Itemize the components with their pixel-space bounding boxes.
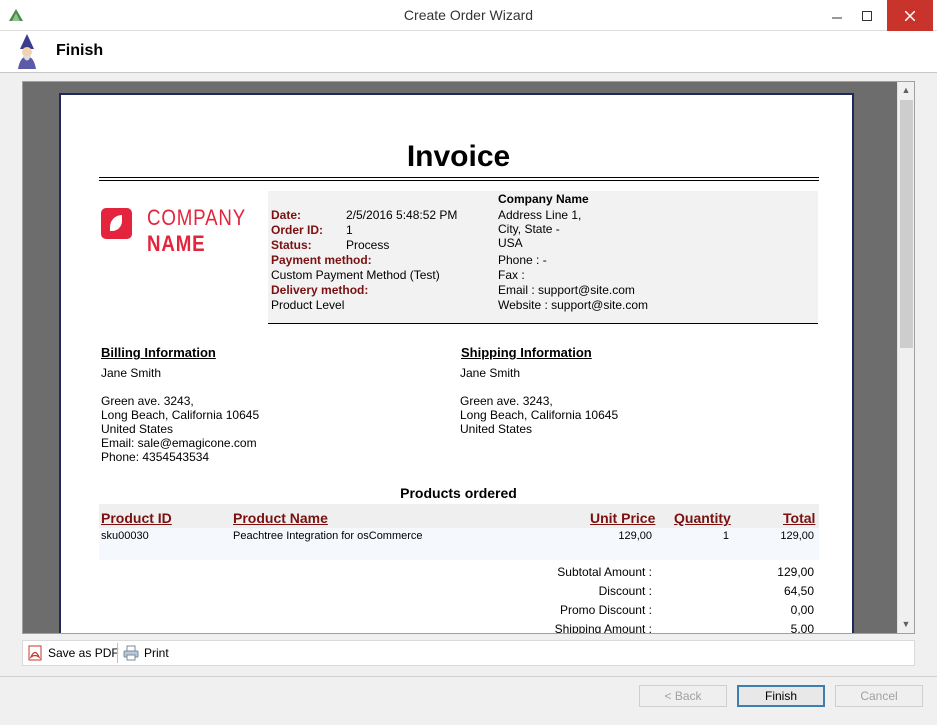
shipping-city: Long Beach, California 10645 xyxy=(460,408,619,422)
company-website: Website : support@site.com xyxy=(498,298,649,312)
subtotal-value: 129,00 xyxy=(777,565,814,579)
discount-value: 64,50 xyxy=(783,584,814,598)
invoice-page: Invoice COMPANY NAME Date: 2/5/2016 5:48… xyxy=(59,93,854,634)
col-total: Total xyxy=(783,510,816,526)
shipping-country: United States xyxy=(460,422,533,436)
logo-text-name: NAME xyxy=(147,231,206,256)
wizard-icon xyxy=(18,34,36,69)
invoice-preview[interactable]: Invoice COMPANY NAME Date: 2/5/2016 5:48… xyxy=(22,81,915,634)
company-address-2: City, State - xyxy=(498,222,560,236)
back-button-label: < Back xyxy=(664,689,702,703)
cancel-button[interactable]: Cancel xyxy=(835,685,923,707)
scrollbar-thumb[interactable] xyxy=(900,100,913,348)
scroll-down-arrow-icon[interactable]: ▼ xyxy=(898,616,914,633)
delivery-method-value: Product Level xyxy=(271,298,345,312)
date-label: Date: xyxy=(271,208,302,222)
pdf-icon xyxy=(28,645,42,661)
maximize-button[interactable] xyxy=(853,0,881,31)
shipping-heading: Shipping Information xyxy=(461,345,592,360)
status-value: Process xyxy=(346,238,390,252)
row-product-id: sku00030 xyxy=(101,530,149,542)
order-id-label: Order ID: xyxy=(271,223,324,237)
order-id-value: 1 xyxy=(346,223,353,237)
company-address-3: USA xyxy=(498,236,523,250)
row-product-name: Peachtree Integration for osCommerce xyxy=(233,530,423,542)
company-name: Company Name xyxy=(498,192,589,206)
row-quantity: 1 xyxy=(722,530,729,542)
row-total: 129,00 xyxy=(780,530,814,542)
col-product-name: Product Name xyxy=(233,510,328,526)
shipping-name: Jane Smith xyxy=(460,366,521,380)
products-title: Products ordered xyxy=(400,485,517,501)
promo-discount-label: Promo Discount : xyxy=(559,603,652,617)
date-value: 2/5/2016 5:48:52 PM xyxy=(346,208,458,222)
scroll-up-arrow-icon[interactable]: ▲ xyxy=(898,82,914,99)
title-rule xyxy=(99,177,819,178)
shipping-street: Green ave. 3243, xyxy=(460,394,553,408)
status-label: Status: xyxy=(271,238,312,252)
logo-text-company: COMPANY xyxy=(147,205,247,230)
row-unit-price: 129,00 xyxy=(618,530,652,542)
close-button[interactable] xyxy=(887,0,933,31)
payment-method-value: Custom Payment Method (Test) xyxy=(271,268,440,282)
minimize-icon xyxy=(832,17,842,18)
company-address-1: Address Line 1, xyxy=(498,208,582,222)
shipping-amount-label: Shipping Amount : xyxy=(554,622,652,634)
billing-email: Email: sale@emagicone.com xyxy=(101,436,257,450)
billing-street: Green ave. 3243, xyxy=(101,394,194,408)
billing-phone: Phone: 4354543534 xyxy=(101,450,210,464)
billing-city: Long Beach, California 10645 xyxy=(101,408,260,422)
billing-country: United States xyxy=(101,422,174,436)
payment-method-label: Payment method: xyxy=(271,253,372,267)
maximize-icon xyxy=(862,10,872,21)
close-icon xyxy=(905,10,915,21)
shipping-amount-value: 5,00 xyxy=(790,622,814,634)
print-label: Print xyxy=(144,646,169,660)
window-title: Create Order Wizard xyxy=(403,7,534,23)
finish-button-label: Finish xyxy=(764,689,797,703)
toolbar-divider xyxy=(117,643,118,663)
billing-heading: Billing Information xyxy=(101,345,216,360)
save-as-pdf-button[interactable]: Save as PDF xyxy=(27,645,119,661)
title-bar: Create Order Wizard xyxy=(0,0,937,31)
delivery-method-label: Delivery method: xyxy=(271,283,369,297)
promo-discount-value: 0,00 xyxy=(790,603,814,617)
col-unit-price: Unit Price xyxy=(590,510,656,526)
page-title: Finish xyxy=(56,42,104,59)
minimize-button[interactable] xyxy=(823,0,851,31)
company-email: Email : support@site.com xyxy=(498,283,635,297)
vertical-scrollbar[interactable]: ▲ ▼ xyxy=(897,82,914,633)
print-button[interactable]: Print xyxy=(123,645,169,661)
discount-label: Discount : xyxy=(598,584,652,598)
col-quantity: Quantity xyxy=(674,510,731,526)
cancel-button-label: Cancel xyxy=(860,689,898,703)
col-product-id: Product ID xyxy=(101,510,172,526)
company-phone: Phone : - xyxy=(498,253,547,267)
printer-icon xyxy=(123,645,139,661)
billing-name: Jane Smith xyxy=(101,366,162,380)
company-fax: Fax : xyxy=(498,268,525,282)
back-button[interactable]: < Back xyxy=(639,685,727,707)
footer-divider xyxy=(0,676,937,677)
company-logo-icon xyxy=(101,208,132,239)
preview-toolbar: Save as PDF Print xyxy=(22,640,915,666)
save-as-pdf-label: Save as PDF xyxy=(48,646,119,660)
subtotal-label: Subtotal Amount : xyxy=(557,565,652,579)
title-rule xyxy=(99,180,819,181)
finish-button[interactable]: Finish xyxy=(737,685,825,707)
invoice-title: Invoice xyxy=(406,140,511,173)
wizard-header: Finish xyxy=(0,31,937,73)
